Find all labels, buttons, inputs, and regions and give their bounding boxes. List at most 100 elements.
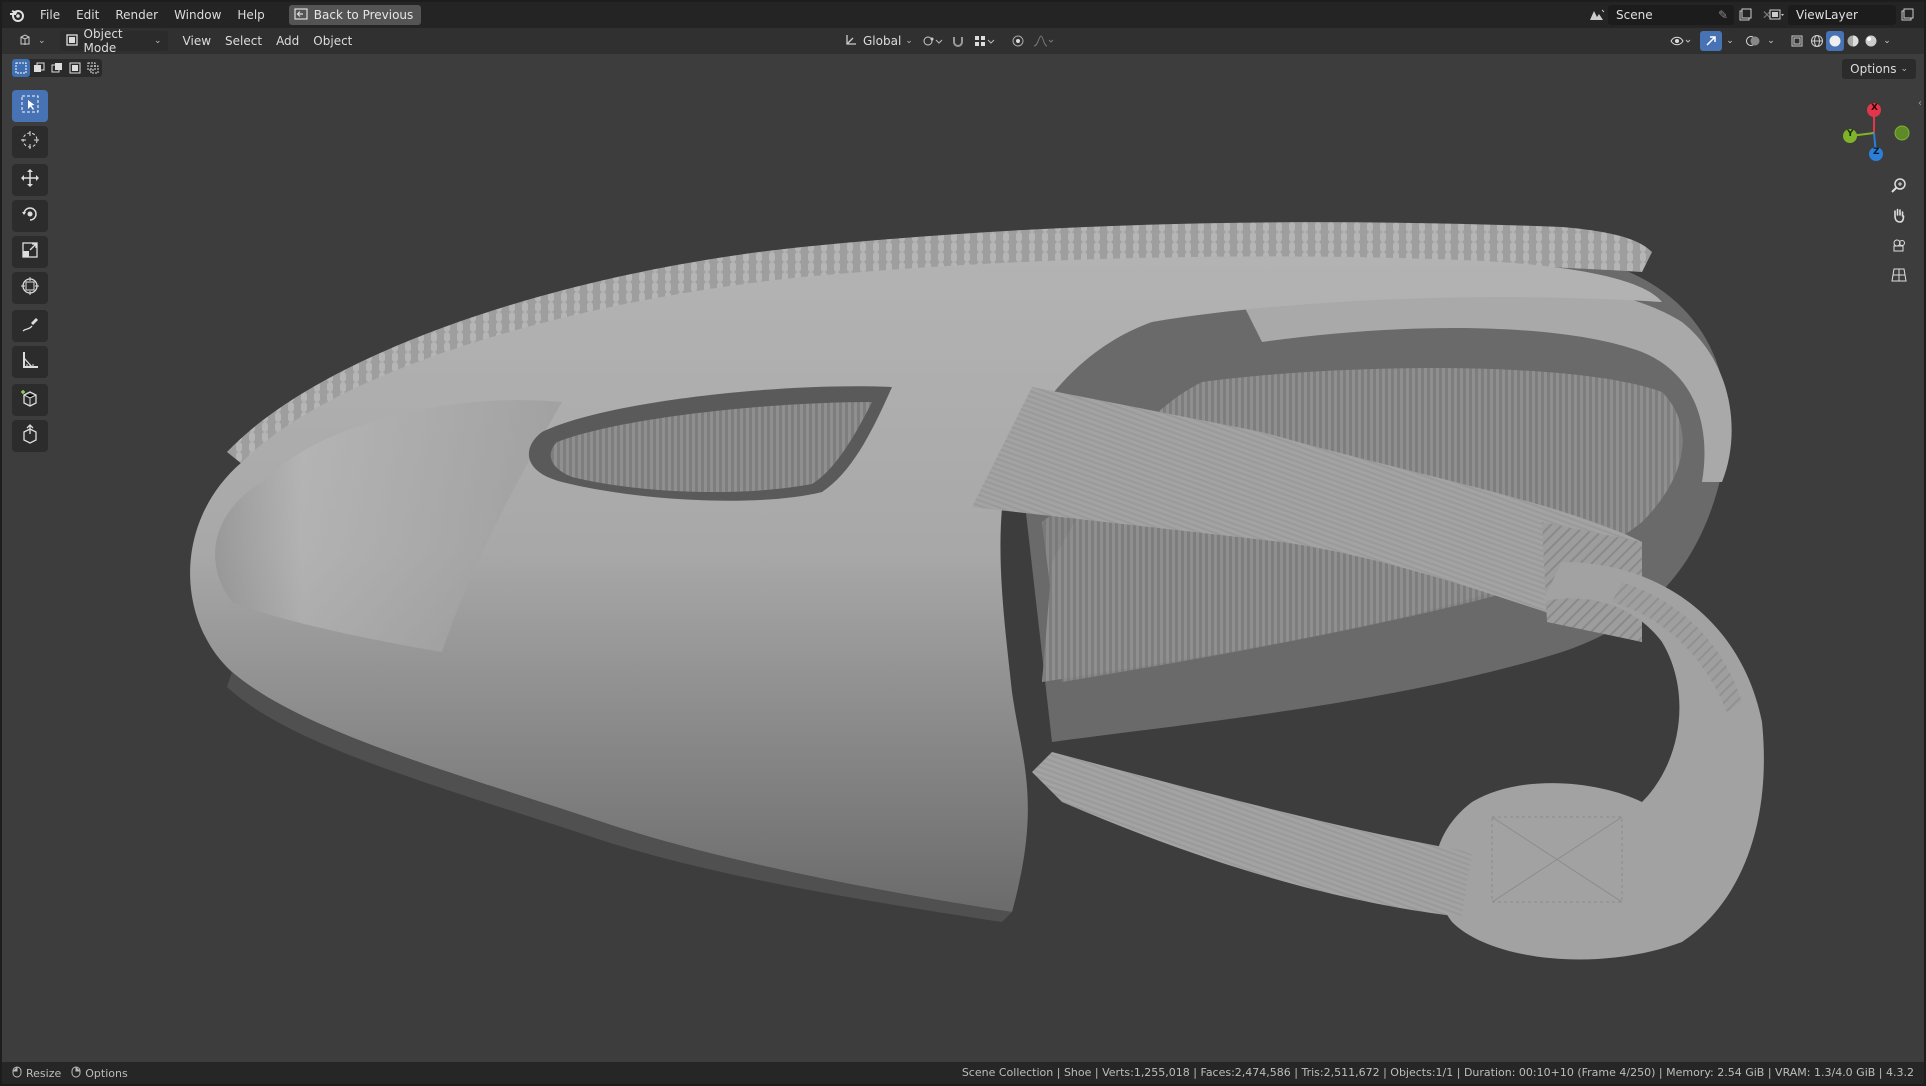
zoom-icon xyxy=(1891,177,1907,197)
select-subtract-icon[interactable] xyxy=(48,59,66,77)
axis-z-label: Z xyxy=(1873,147,1880,157)
measure-ruler-icon xyxy=(20,350,40,374)
options-dropdown[interactable]: Options ⌄ xyxy=(1842,59,1916,79)
status-resize: Resize xyxy=(26,1066,62,1080)
pan-view-button[interactable] xyxy=(1886,204,1912,230)
header-menu-object[interactable]: Object xyxy=(306,34,359,48)
back-icon xyxy=(294,7,308,23)
visibility-icon[interactable] xyxy=(1666,31,1696,51)
scene-icon[interactable] xyxy=(1586,5,1608,25)
camera-icon xyxy=(1891,237,1907,257)
snap-toggle-icon[interactable] xyxy=(947,31,969,51)
scale-tool[interactable] xyxy=(12,236,48,268)
wireframe-shading-icon[interactable] xyxy=(1808,31,1826,51)
select-intersect-icon[interactable] xyxy=(84,59,102,77)
chevron-down-icon: ⌄ xyxy=(38,36,46,46)
axis-y-label: Y xyxy=(1847,129,1854,139)
view-layer-name: ViewLayer xyxy=(1796,8,1858,22)
move-icon xyxy=(20,168,40,192)
select-invert-icon[interactable] xyxy=(66,59,84,77)
select-extend-icon[interactable] xyxy=(30,59,48,77)
mouse-left-icon xyxy=(12,1066,22,1081)
3d-viewport[interactable] xyxy=(2,54,1924,1062)
editor-type-dropdown[interactable]: ⌄ xyxy=(12,31,52,51)
perspective-toggle-button[interactable] xyxy=(1886,264,1912,290)
new-view-layer-icon[interactable] xyxy=(1896,5,1918,25)
annotate-tool[interactable] xyxy=(12,310,48,342)
header-menu-select[interactable]: Select xyxy=(218,34,269,48)
navigation-gizmo[interactable]: X Y Z xyxy=(1834,98,1914,168)
menu-edit[interactable]: Edit xyxy=(68,5,107,25)
orientation-icon xyxy=(844,32,858,51)
view-layer-icon[interactable] xyxy=(1766,5,1788,25)
top-menu-bar: File Edit Render Window Help Back to Pre… xyxy=(2,2,1924,28)
solid-shading-icon[interactable] xyxy=(1826,31,1844,51)
blender-window: File Edit Render Window Help Back to Pre… xyxy=(2,2,1924,1084)
snap-increment-icon[interactable] xyxy=(969,31,999,51)
menu-help[interactable]: Help xyxy=(229,5,272,25)
add-cube-icon xyxy=(20,388,40,412)
viewport-display-group: ⌄ ⌄ ⌄ xyxy=(1666,31,1894,51)
view-layer-field[interactable]: ViewLayer xyxy=(1788,5,1896,25)
options-label: Options xyxy=(1850,62,1897,76)
transform-tools-group: Global ⌄ xyxy=(840,31,1059,51)
move-tool[interactable] xyxy=(12,164,48,196)
header-menu-add[interactable]: Add xyxy=(269,34,306,48)
shoe-model-render xyxy=(190,222,1764,960)
pin-icon[interactable]: ✎ xyxy=(1718,8,1728,22)
chevron-down-icon[interactable]: ⌄ xyxy=(1764,31,1778,51)
select-box-icon xyxy=(20,94,40,118)
annotate-pencil-icon xyxy=(20,314,40,338)
rotate-tool[interactable] xyxy=(12,200,48,232)
cursor-tool[interactable] xyxy=(12,126,48,158)
overlays-icon[interactable] xyxy=(1742,31,1764,51)
transform-icon xyxy=(20,276,40,300)
add-cube-tool[interactable] xyxy=(12,384,48,416)
new-scene-icon[interactable] xyxy=(1734,5,1756,25)
status-options: Options xyxy=(85,1066,128,1080)
transform-tool[interactable] xyxy=(12,272,48,304)
gizmo-toggle-icon[interactable] xyxy=(1700,31,1722,51)
status-bar: Resize Options Scene Collection | Shoe |… xyxy=(2,1062,1924,1084)
grid-icon xyxy=(1891,267,1907,287)
mode-dropdown[interactable]: Object Mode ⌄ xyxy=(59,27,168,55)
extrude-icon xyxy=(20,424,40,448)
measure-tool[interactable] xyxy=(12,346,48,378)
scene-name: Scene xyxy=(1616,8,1653,22)
cursor-icon xyxy=(20,130,40,154)
back-to-previous-label: Back to Previous xyxy=(313,8,414,22)
chevron-down-icon[interactable]: ⌄ xyxy=(1880,31,1894,51)
menu-file[interactable]: File xyxy=(32,5,68,25)
delete-view-layer-icon[interactable]: ✕ xyxy=(1918,5,1925,25)
chevron-down-icon: ⌄ xyxy=(154,36,162,46)
rotate-icon xyxy=(20,204,40,228)
editor-type-icon xyxy=(18,33,34,50)
select-new-icon[interactable] xyxy=(12,59,30,77)
blender-logo-icon[interactable] xyxy=(2,2,32,28)
left-toolbar xyxy=(12,90,52,456)
camera-view-button[interactable] xyxy=(1886,234,1912,260)
back-to-previous-button[interactable]: Back to Previous xyxy=(288,5,422,25)
scene-statistics: Scene Collection | Shoe | Verts:1,255,01… xyxy=(961,1066,1914,1079)
falloff-icon[interactable] xyxy=(1029,31,1059,51)
extrude-tool[interactable] xyxy=(12,420,48,452)
menu-window[interactable]: Window xyxy=(166,5,229,25)
material-preview-icon[interactable] xyxy=(1844,31,1862,51)
select-box-tool[interactable] xyxy=(12,90,48,122)
chevron-down-icon[interactable]: ⌄ xyxy=(1722,31,1738,51)
chevron-down-icon: ⌄ xyxy=(1900,64,1908,74)
rendered-shading-icon[interactable] xyxy=(1862,31,1880,51)
proportional-editing-icon[interactable] xyxy=(1007,31,1029,51)
orientation-dropdown[interactable]: Global ⌄ xyxy=(840,31,917,51)
scene-name-field[interactable]: Scene ✎ xyxy=(1608,5,1734,25)
menu-render[interactable]: Render xyxy=(107,5,166,25)
header-menu-view[interactable]: View xyxy=(176,34,218,48)
sidebar-toggle-icon[interactable]: ‹ xyxy=(1918,98,1922,109)
selection-mode-group xyxy=(12,59,102,77)
zoom-view-button[interactable] xyxy=(1886,174,1912,200)
mouse-right-icon xyxy=(71,1066,81,1081)
pivot-point-icon[interactable] xyxy=(917,31,947,51)
object-mode-icon xyxy=(65,33,78,49)
xray-toggle-icon[interactable] xyxy=(1786,31,1808,51)
orientation-label: Global xyxy=(863,34,902,48)
